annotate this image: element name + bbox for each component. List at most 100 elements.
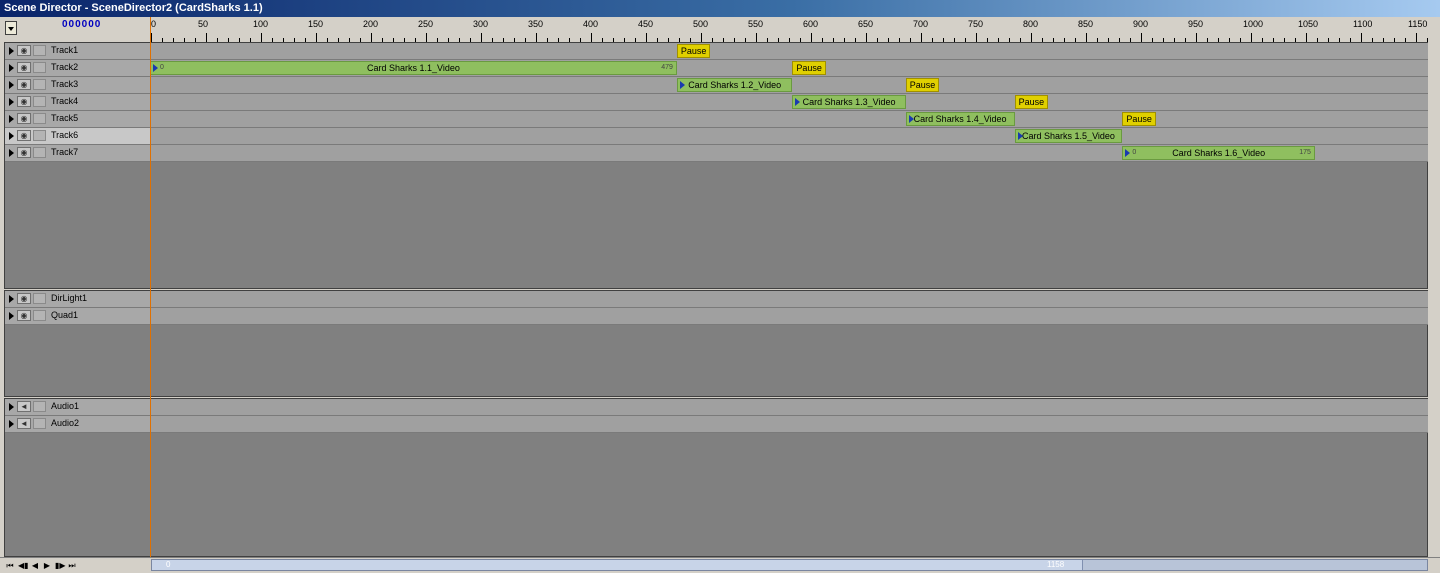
- expand-arrow-icon[interactable]: [9, 64, 14, 72]
- track-row: ◉ Quad1: [5, 308, 1428, 325]
- expand-arrow-icon[interactable]: [9, 115, 14, 123]
- clip-start-arrow-icon: [679, 81, 685, 89]
- play-reverse-button[interactable]: ◀: [31, 561, 39, 570]
- track-lane[interactable]: Card Sharks 1.4_Video Pause: [150, 111, 1428, 128]
- track-header[interactable]: ◉ Track3: [5, 77, 150, 94]
- track-lane[interactable]: [150, 416, 1428, 433]
- step-forward-button[interactable]: ▮▶: [55, 561, 66, 570]
- track-lane[interactable]: [150, 308, 1428, 325]
- eye-icon[interactable]: ◉: [17, 96, 31, 107]
- track-lock-slot[interactable]: [33, 130, 46, 141]
- track-header[interactable]: ◉ Quad1: [5, 308, 150, 325]
- eye-icon[interactable]: ◉: [17, 79, 31, 90]
- video-clip[interactable]: Card Sharks 1.2_Video: [676, 78, 793, 92]
- ruler-tick: [646, 33, 647, 42]
- scrollbar-thumb[interactable]: [152, 560, 1083, 570]
- track-name: Track7: [51, 147, 79, 157]
- clip-start-frame: 0: [160, 64, 164, 71]
- track-lock-slot[interactable]: [33, 293, 46, 304]
- expand-arrow-icon[interactable]: [9, 81, 14, 89]
- track-lane[interactable]: Card Sharks 1.5_Video: [150, 128, 1428, 145]
- clip-label: Card Sharks 1.5_Video: [1022, 131, 1115, 141]
- track-header[interactable]: ◉ Track1: [5, 43, 150, 60]
- ruler-label: 300: [473, 19, 489, 29]
- step-back-button[interactable]: ◀▮: [18, 561, 29, 570]
- video-clip[interactable]: 0 Card Sharks 1.6_Video 175: [1122, 146, 1315, 160]
- eye-icon[interactable]: ◉: [17, 147, 31, 158]
- eye-icon[interactable]: ◉: [17, 130, 31, 141]
- ruler-label: 900: [1133, 19, 1149, 29]
- menu-dropdown-button[interactable]: [5, 21, 17, 35]
- eye-icon[interactable]: ◉: [17, 62, 31, 73]
- go-to-start-button[interactable]: ⏮: [6, 561, 14, 570]
- ruler-tick: [866, 33, 867, 42]
- playhead-cursor[interactable]: [150, 17, 151, 557]
- pause-marker[interactable]: Pause: [1014, 95, 1049, 109]
- video-clip[interactable]: Card Sharks 1.5_Video: [1014, 129, 1123, 143]
- track-lane[interactable]: 0 Card Sharks 1.6_Video 175: [150, 145, 1428, 162]
- go-to-end-button[interactable]: ⏭: [68, 561, 76, 570]
- ruler-tick: [921, 33, 922, 42]
- ruler-label: 950: [1188, 19, 1204, 29]
- play-button[interactable]: ▶: [43, 561, 51, 570]
- track-row: ◉ Track2 0 Card Sharks 1.1_Video 479 Pause: [5, 60, 1428, 77]
- video-clip[interactable]: Card Sharks 1.3_Video: [792, 95, 906, 109]
- track-lane[interactable]: Card Sharks 1.2_Video Pause: [150, 77, 1428, 94]
- track-lock-slot[interactable]: [33, 62, 46, 73]
- audio-track-panel: ◄ Audio1 ◄ Audio2: [4, 398, 1428, 557]
- expand-arrow-icon[interactable]: [9, 47, 14, 55]
- eye-icon[interactable]: ◉: [17, 310, 31, 321]
- track-name: Track1: [51, 45, 79, 55]
- track-header[interactable]: ◉ Track6: [5, 128, 150, 145]
- track-lane[interactable]: 0 Card Sharks 1.1_Video 479 Pause: [150, 60, 1428, 77]
- pause-marker[interactable]: Pause: [1122, 112, 1156, 126]
- speaker-icon[interactable]: ◄: [17, 418, 31, 429]
- track-lane[interactable]: Pause: [150, 43, 1428, 60]
- video-clip[interactable]: Card Sharks 1.4_Video: [905, 112, 1015, 126]
- expand-arrow-icon[interactable]: [9, 420, 14, 428]
- track-header[interactable]: ◉ Track4: [5, 94, 150, 111]
- expand-arrow-icon[interactable]: [9, 403, 14, 411]
- ruler-tick: [1416, 33, 1417, 42]
- track-header[interactable]: ◉ Track2: [5, 60, 150, 77]
- timeline-ruler[interactable]: 0 50 100 150 200 250 300 350 400 450 500 550 600 650 7…: [150, 17, 1429, 42]
- timeline-scrollbar[interactable]: 0 1158: [151, 559, 1428, 571]
- track-lane[interactable]: [150, 399, 1428, 416]
- track-lock-slot[interactable]: [33, 45, 46, 56]
- window-titlebar: Scene Director - SceneDirector2 (CardSha…: [0, 0, 1440, 17]
- expand-arrow-icon[interactable]: [9, 295, 14, 303]
- expand-arrow-icon[interactable]: [9, 312, 14, 320]
- track-lane[interactable]: Card Sharks 1.3_Video Pause: [150, 94, 1428, 111]
- track-lock-slot[interactable]: [33, 310, 46, 321]
- expand-arrow-icon[interactable]: [9, 132, 14, 140]
- track-header[interactable]: ◄ Audio1: [5, 399, 150, 416]
- video-clip[interactable]: 0 Card Sharks 1.1_Video 479: [150, 61, 677, 75]
- track-lock-slot[interactable]: [33, 401, 46, 412]
- track-lane[interactable]: [150, 291, 1428, 308]
- track-lock-slot[interactable]: [33, 79, 46, 90]
- speaker-icon[interactable]: ◄: [17, 401, 31, 412]
- pause-marker[interactable]: Pause: [676, 44, 711, 58]
- ruler-label: 800: [1023, 19, 1039, 29]
- track-header[interactable]: ◉ DirLight1: [5, 291, 150, 308]
- track-lock-slot[interactable]: [33, 418, 46, 429]
- eye-icon[interactable]: ◉: [17, 293, 31, 304]
- ruler-label: 150: [308, 19, 324, 29]
- eye-icon[interactable]: ◉: [17, 113, 31, 124]
- track-header[interactable]: ◄ Audio2: [5, 416, 150, 433]
- track-lock-slot[interactable]: [33, 96, 46, 107]
- ruler-label: 50: [198, 19, 209, 29]
- expand-arrow-icon[interactable]: [9, 98, 14, 106]
- track-header[interactable]: ◉ Track7: [5, 145, 150, 162]
- ruler-tick: [206, 33, 207, 42]
- pause-marker[interactable]: Pause: [905, 78, 940, 92]
- ruler-label: 650: [858, 19, 874, 29]
- ruler-tick: [591, 33, 592, 42]
- pause-marker[interactable]: Pause: [792, 61, 826, 75]
- eye-icon[interactable]: ◉: [17, 45, 31, 56]
- track-lock-slot[interactable]: [33, 113, 46, 124]
- track-row: ◉ Track7 0 Card Sharks 1.6_Video 175: [5, 145, 1428, 162]
- track-header[interactable]: ◉ Track5: [5, 111, 150, 128]
- track-lock-slot[interactable]: [33, 147, 46, 158]
- expand-arrow-icon[interactable]: [9, 149, 14, 157]
